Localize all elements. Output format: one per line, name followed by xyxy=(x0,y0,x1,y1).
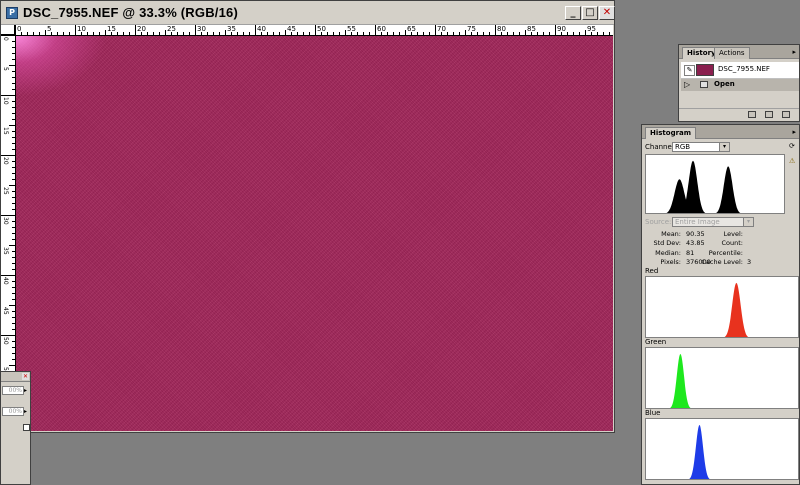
ruler-origin[interactable] xyxy=(1,25,15,35)
history-brush-source-icon[interactable]: ✎ xyxy=(684,65,695,76)
history-step-open[interactable]: ▷ Open xyxy=(681,79,799,91)
ruler-label: 75 xyxy=(467,25,476,33)
ruler-label: 40 xyxy=(2,277,9,285)
percentile-label: Percentile: xyxy=(708,249,743,257)
chevron-down-icon[interactable]: ▾ xyxy=(743,218,753,226)
cache-level-label: Cache Level: xyxy=(701,258,743,266)
ruler-label: 10 xyxy=(2,97,9,105)
pixels-label: Pixels: xyxy=(660,258,681,266)
document-title: DSC_7955.NEF @ 33.3% (RGB/16) xyxy=(23,5,238,20)
document-window[interactable]: P DSC_7955.NEF @ 33.3% (RGB/16) _ □ ✕ 0 5… xyxy=(0,0,615,433)
ruler-label: 30 xyxy=(197,25,206,33)
tab-histogram[interactable]: Histogram xyxy=(645,127,697,139)
history-snapshot[interactable]: ✎ DSC_7955.NEF xyxy=(681,62,799,79)
blue-channel-label: Blue xyxy=(645,409,661,417)
channel-select-value: RGB xyxy=(675,143,691,151)
red-channel-label: Red xyxy=(645,267,659,275)
histogram-shape xyxy=(689,424,710,479)
palette-menu-icon[interactable]: ▸ xyxy=(792,48,796,56)
count-label: Count: xyxy=(721,239,744,247)
ruler-label: 10 xyxy=(77,25,86,33)
median-label: Median: xyxy=(655,249,681,257)
ruler-label: 20 xyxy=(2,157,9,165)
document-title-bar[interactable]: P DSC_7955.NEF @ 33.3% (RGB/16) _ □ ✕ xyxy=(1,1,615,25)
palette-menu-icon[interactable]: ▸ xyxy=(792,128,796,136)
history-palette[interactable]: History Actions ▸ ✎ DSC_7955.NEF ▷ Open xyxy=(678,44,800,122)
histogram-shape xyxy=(666,160,741,213)
horizontal-ruler[interactable]: 0 5 10 15 20 25 30 35 40 45 50 55 60 65 70 75 80 85 90 95 xyxy=(15,25,613,36)
level-label: Level: xyxy=(723,230,743,238)
lock-icon[interactable] xyxy=(23,424,30,431)
maximize-button[interactable]: □ xyxy=(582,6,598,20)
ruler-label: 20 xyxy=(137,25,146,33)
ruler-label: 95 xyxy=(587,25,596,33)
median-value: 81 xyxy=(686,249,695,257)
ruler-label: 30 xyxy=(2,217,9,225)
histogram-shape xyxy=(724,282,749,337)
ruler-label: 5 xyxy=(2,67,9,71)
ruler-label: 65 xyxy=(407,25,416,33)
source-select[interactable]: Entire Image ▾ xyxy=(672,217,754,227)
mean-label: Mean: xyxy=(661,230,681,238)
ruler-label: 85 xyxy=(527,25,536,33)
cache-warning-icon[interactable]: ⚠ xyxy=(789,157,795,165)
history-palette-tabs: History Actions ▸ xyxy=(679,45,799,59)
histogram-palette[interactable]: Histogram ▸ Channel: RGB ▾ ⟳ ⚠ Source: E… xyxy=(641,124,800,485)
new-document-from-state-icon[interactable] xyxy=(748,111,756,118)
history-step-label: Open xyxy=(714,80,735,88)
open-step-icon xyxy=(700,81,708,88)
ruler-label: 0 xyxy=(2,37,9,41)
photoshop-app-icon: P xyxy=(6,7,18,19)
trash-icon[interactable] xyxy=(782,111,790,118)
histogram-shape xyxy=(670,353,691,408)
ruler-label: 50 xyxy=(317,25,326,33)
ruler-label: 15 xyxy=(107,25,116,33)
opacity-field[interactable]: 00% xyxy=(2,386,24,395)
history-state-slider-icon[interactable]: ▷ xyxy=(684,81,690,89)
source-select-value: Entire Image xyxy=(675,218,720,226)
ruler-label: 55 xyxy=(347,25,356,33)
red-histogram xyxy=(645,276,799,338)
blue-histogram xyxy=(645,418,799,480)
opacity-arrow-icon[interactable]: ▸ xyxy=(24,386,30,395)
ruler-label: 70 xyxy=(437,25,446,33)
image-canvas[interactable] xyxy=(16,36,613,431)
histogram-palette-tabs: Histogram ▸ xyxy=(642,125,799,139)
ruler-label: 60 xyxy=(377,25,386,33)
green-histogram xyxy=(645,347,799,409)
ruler-label: 35 xyxy=(227,25,236,33)
ruler-label: 15 xyxy=(2,127,9,135)
snapshot-name: DSC_7955.NEF xyxy=(718,65,770,73)
ruler-label: 45 xyxy=(287,25,296,33)
ruler-label: 5 xyxy=(47,25,52,33)
tab-actions[interactable]: Actions xyxy=(714,47,750,59)
ruler-label: 25 xyxy=(167,25,176,33)
ruler-label: 25 xyxy=(2,187,9,195)
refresh-icon[interactable]: ⟳ xyxy=(789,142,795,150)
new-snapshot-icon[interactable] xyxy=(765,111,773,118)
ruler-label: 90 xyxy=(557,25,566,33)
close-button[interactable]: ✕ xyxy=(599,6,615,20)
ruler-label: 0 xyxy=(17,25,22,33)
palette-close-icon[interactable]: ✕ xyxy=(22,373,29,380)
horizontal-ruler-ticks xyxy=(15,25,610,35)
layers-palette-partial[interactable]: ✕ 00% ▸ 00% ▸ xyxy=(0,371,31,485)
cache-level-value: 3 xyxy=(747,258,752,266)
ruler-label: 50 xyxy=(2,337,9,345)
ruler-label: 35 xyxy=(2,247,9,255)
history-palette-buttons xyxy=(679,108,799,121)
fill-field[interactable]: 00% xyxy=(2,407,24,416)
ruler-label: 45 xyxy=(2,307,9,315)
std-dev-label: Std Dev: xyxy=(653,239,681,247)
fill-arrow-icon[interactable]: ▸ xyxy=(24,407,30,416)
ruler-label: 80 xyxy=(497,25,506,33)
composite-histogram xyxy=(645,154,785,214)
source-label: Source: xyxy=(645,218,672,226)
channel-select[interactable]: RGB ▾ xyxy=(672,142,730,152)
chevron-down-icon[interactable]: ▾ xyxy=(719,143,729,151)
snapshot-thumbnail xyxy=(696,64,714,76)
green-channel-label: Green xyxy=(645,338,667,346)
ruler-label: 40 xyxy=(257,25,266,33)
minimize-button[interactable]: _ xyxy=(565,6,581,20)
